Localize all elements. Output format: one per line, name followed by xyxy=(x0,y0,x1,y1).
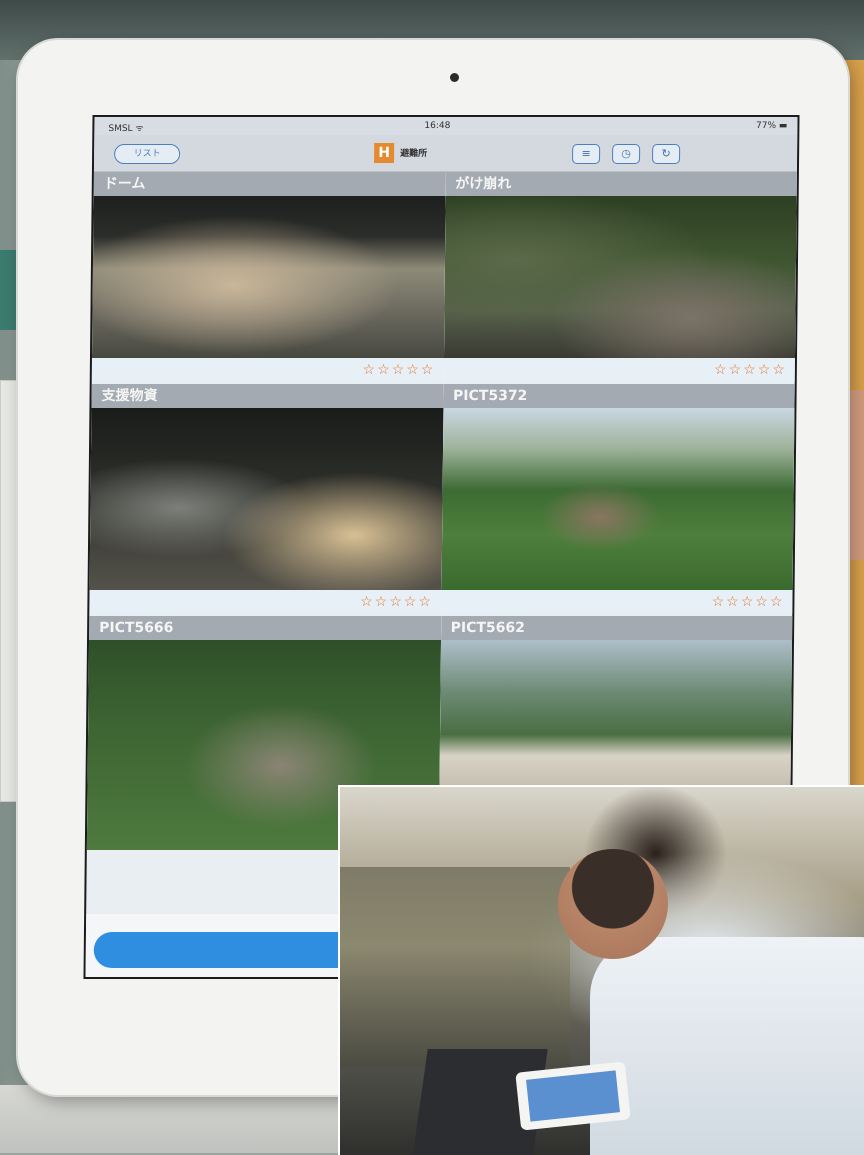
star-rating[interactable]: ☆☆☆☆☆ xyxy=(443,358,795,382)
status-battery: 77% ▬ xyxy=(755,121,788,131)
list-icon: ≡ xyxy=(581,147,591,160)
inset-photo-man-using-tablet xyxy=(338,785,864,1155)
photo-thumbnail[interactable] xyxy=(89,408,443,590)
nav-title: 避難所 xyxy=(400,149,428,159)
inset-shelf xyxy=(340,867,570,1067)
clock-icon: ◷ xyxy=(621,147,631,160)
photo-card[interactable]: 支援物資 ☆☆☆☆☆ xyxy=(89,384,445,614)
photo-card[interactable]: がけ崩れ ☆☆☆☆☆ xyxy=(443,172,798,382)
photo-title: がけ崩れ xyxy=(445,172,797,196)
photo-title: PICT5662 xyxy=(440,616,793,640)
photo-thumbnail[interactable] xyxy=(441,408,795,590)
inset-person xyxy=(590,937,864,1155)
status-carrier: SMSL ᯤ xyxy=(108,124,144,134)
inset-person-head xyxy=(558,849,668,959)
inset-tablet-screen xyxy=(526,1070,620,1122)
star-rating[interactable]: ☆☆☆☆☆ xyxy=(89,590,442,614)
photo-thumbnail[interactable] xyxy=(443,196,797,358)
back-button[interactable]: リスト xyxy=(114,144,181,164)
photo-card[interactable]: ドーム ☆☆☆☆☆ xyxy=(91,172,447,382)
status-bar: SMSL ᯤ 16:48 77% ▬ xyxy=(94,117,798,135)
refresh-icon: ↻ xyxy=(661,147,671,160)
photo-title: PICT5372 xyxy=(442,384,795,408)
photo-title: ドーム xyxy=(93,172,446,196)
app-logo: H xyxy=(374,143,395,163)
photo-card[interactable]: PICT5372 ☆☆☆☆☆ xyxy=(440,384,796,614)
refresh-button[interactable]: ↻ xyxy=(652,144,681,164)
photo-title: PICT5666 xyxy=(89,616,441,640)
list-view-button[interactable]: ≡ xyxy=(572,144,601,164)
nav-bar: リスト H 避難所 ≡ ◷ ↻ xyxy=(93,135,798,172)
history-button[interactable]: ◷ xyxy=(612,144,641,164)
star-rating[interactable]: ☆☆☆☆☆ xyxy=(440,590,793,614)
photo-thumbnail[interactable] xyxy=(91,196,446,358)
inset-tablet xyxy=(515,1061,631,1131)
star-rating[interactable]: ☆☆☆☆☆ xyxy=(91,358,444,382)
status-time: 16:48 xyxy=(424,121,451,131)
camera-icon xyxy=(450,73,459,82)
photo-title: 支援物資 xyxy=(91,384,444,408)
